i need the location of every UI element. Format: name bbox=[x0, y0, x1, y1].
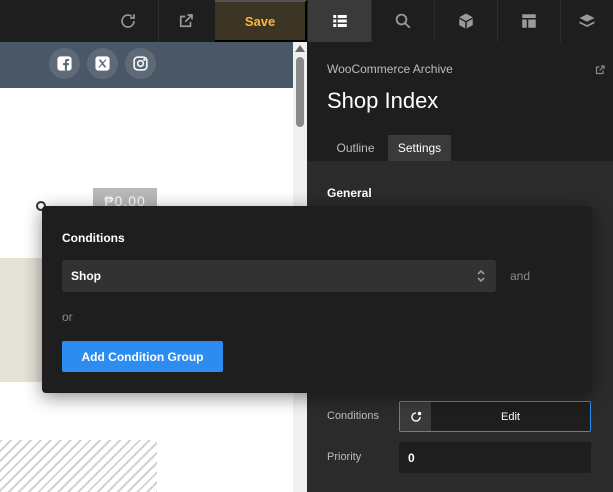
facebook-link[interactable] bbox=[49, 48, 80, 79]
templates-button[interactable] bbox=[497, 0, 560, 42]
instagram-icon bbox=[133, 56, 148, 71]
breadcrumb: WooCommerce Archive bbox=[327, 62, 453, 76]
layers-icon bbox=[579, 14, 595, 27]
priority-label: Priority bbox=[327, 451, 362, 463]
conditions-popover: Conditions Shop and or Add Condition Gro… bbox=[42, 206, 592, 393]
condition-select[interactable]: Shop bbox=[62, 260, 496, 292]
conditions-icon-wrap bbox=[400, 402, 431, 431]
scroll-up-arrow-icon[interactable] bbox=[295, 45, 305, 52]
tab-outline[interactable]: Outline bbox=[327, 135, 384, 161]
open-external-button[interactable] bbox=[158, 0, 213, 42]
conditions-edit-label: Edit bbox=[501, 410, 520, 423]
scroll-thumb[interactable] bbox=[296, 57, 304, 127]
page-title: Shop Index bbox=[327, 88, 439, 113]
save-button[interactable]: Save bbox=[215, 0, 307, 42]
tab-settings[interactable]: Settings bbox=[388, 135, 451, 161]
popover-title: Conditions bbox=[62, 231, 125, 245]
external-link-icon[interactable] bbox=[594, 64, 606, 76]
conditions-icon bbox=[410, 411, 421, 422]
section-general-heading: General bbox=[327, 186, 372, 200]
layers-button[interactable] bbox=[560, 0, 613, 42]
refresh-icon bbox=[120, 14, 135, 28]
instagram-link[interactable] bbox=[125, 48, 156, 79]
condition-select-value: Shop bbox=[71, 269, 101, 283]
social-bar bbox=[0, 42, 294, 88]
refresh-button[interactable] bbox=[100, 0, 155, 42]
panel-header: WooCommerce Archive Shop Index Outline S… bbox=[307, 42, 613, 161]
facebook-icon bbox=[57, 56, 72, 71]
priority-input[interactable] bbox=[399, 442, 591, 473]
box-icon bbox=[459, 13, 473, 29]
search-icon bbox=[395, 13, 411, 29]
external-link-icon bbox=[179, 14, 193, 28]
elements-button[interactable] bbox=[434, 0, 497, 42]
x-link[interactable] bbox=[87, 48, 118, 79]
or-label: or bbox=[62, 310, 73, 324]
and-label[interactable]: and bbox=[510, 269, 530, 283]
add-condition-group-button[interactable]: Add Condition Group bbox=[62, 341, 223, 372]
layout-icon bbox=[522, 14, 536, 28]
outline-list-icon bbox=[332, 15, 347, 27]
x-icon bbox=[95, 56, 110, 71]
placeholder-block bbox=[0, 440, 157, 492]
top-toolbar: Save bbox=[0, 0, 613, 42]
search-button[interactable] bbox=[371, 0, 434, 42]
conditions-label: Conditions bbox=[327, 410, 379, 422]
conditions-edit-button[interactable]: Edit bbox=[399, 401, 591, 432]
chevron-up-down-icon bbox=[477, 269, 485, 283]
outline-panel-button[interactable] bbox=[308, 0, 371, 42]
